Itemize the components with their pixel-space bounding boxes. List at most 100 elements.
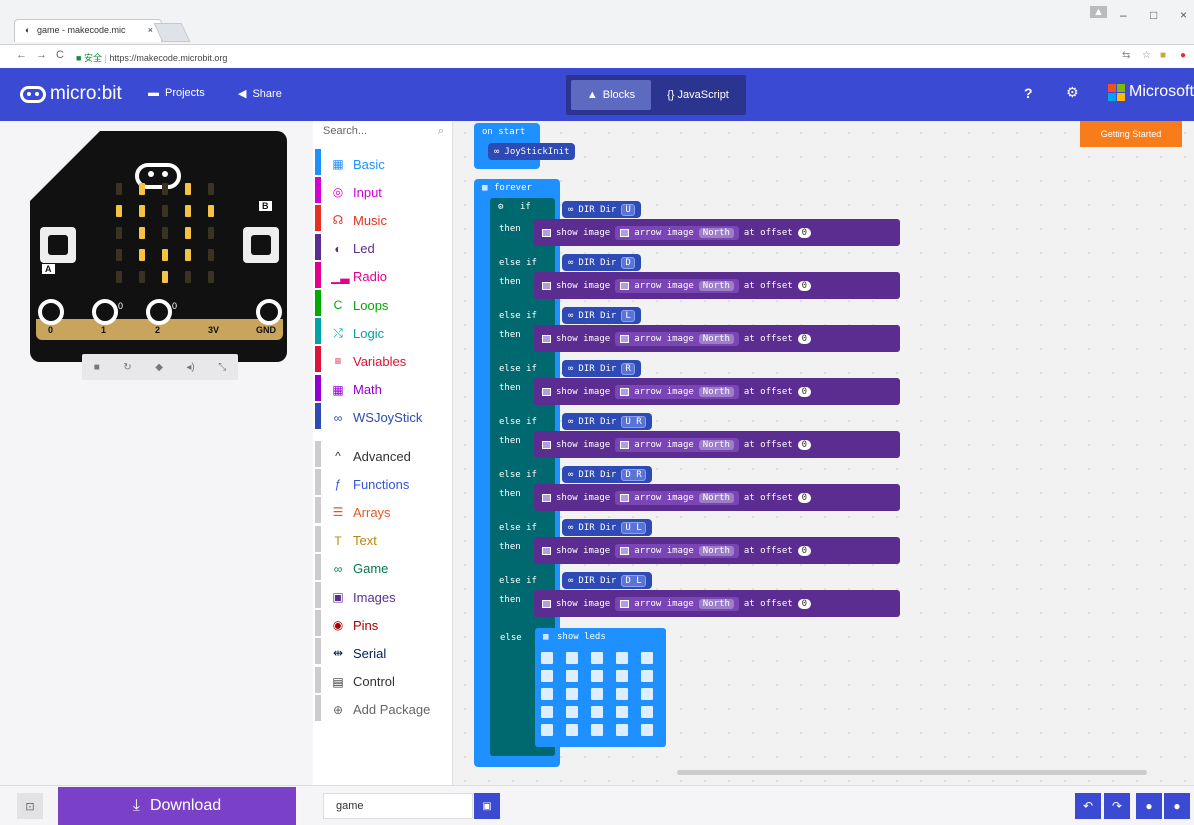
- direction-dropdown[interactable]: North: [698, 492, 734, 503]
- led-cell[interactable]: [616, 688, 628, 700]
- minimize-button[interactable]: –: [1120, 8, 1127, 22]
- arrow-image-block[interactable]: arrow image North: [615, 225, 739, 240]
- dir-condition-block[interactable]: ∞ DIR Dir U L: [562, 519, 652, 536]
- dir-condition-block[interactable]: ∞ DIR Dir D L: [562, 572, 652, 589]
- dir-condition-block[interactable]: ∞ DIR Dir D: [562, 254, 641, 271]
- led-cell[interactable]: [591, 688, 603, 700]
- toolbox-category[interactable]: ☊ Music: [315, 205, 447, 232]
- extension-icon[interactable]: ■: [1160, 50, 1166, 61]
- horizontal-scrollbar[interactable]: [677, 770, 1147, 775]
- microsoft-logo[interactable]: Microsoft: [1108, 83, 1194, 101]
- joystick-init-block[interactable]: ∞ JoyStickInit: [488, 143, 576, 160]
- share-button[interactable]: ◀ Share: [238, 87, 282, 101]
- show-image-block[interactable]: show image arrow image North at offset 0: [534, 325, 900, 352]
- arrow-image-block[interactable]: arrow image North: [615, 596, 739, 611]
- direction-dropdown[interactable]: North: [698, 598, 734, 609]
- dir-dropdown[interactable]: R: [621, 362, 635, 375]
- offset-input[interactable]: 0: [797, 280, 812, 291]
- on-start-block[interactable]: on start ∞ JoyStickInit: [474, 123, 576, 169]
- offset-input[interactable]: 0: [797, 492, 812, 503]
- direction-dropdown[interactable]: North: [698, 386, 734, 397]
- direction-dropdown[interactable]: North: [698, 227, 734, 238]
- pin-1[interactable]: [92, 299, 118, 325]
- toolbox-category[interactable]: ☰ Arrays: [315, 497, 447, 524]
- dir-condition-block[interactable]: ∞ DIR Dir L: [562, 307, 641, 324]
- toolbox-category[interactable]: ⤭ Logic: [315, 318, 447, 345]
- led-cell[interactable]: [616, 706, 628, 718]
- offset-input[interactable]: 0: [797, 386, 812, 397]
- if-settings-icon[interactable]: ⚙: [498, 202, 503, 212]
- help-icon[interactable]: ?: [1024, 85, 1033, 101]
- arrow-image-block[interactable]: arrow image North: [615, 543, 739, 558]
- led-cell[interactable]: [591, 652, 603, 664]
- collapse-simulator-button[interactable]: ⊡: [17, 793, 43, 819]
- dir-dropdown[interactable]: U: [621, 203, 635, 216]
- forward-icon[interactable]: →: [36, 49, 47, 61]
- gear-icon[interactable]: ⚙: [1066, 84, 1079, 101]
- fullscreen-icon[interactable]: ⤡: [218, 362, 226, 373]
- led-cell[interactable]: [641, 724, 653, 736]
- direction-dropdown[interactable]: North: [698, 333, 734, 344]
- led-cell[interactable]: [616, 724, 628, 736]
- led-cell[interactable]: [541, 688, 553, 700]
- show-image-block[interactable]: show image arrow image North at offset 0: [534, 537, 900, 564]
- toolbox-category[interactable]: ▦ Math: [315, 374, 447, 401]
- direction-dropdown[interactable]: North: [698, 280, 734, 291]
- led-cell[interactable]: [566, 724, 578, 736]
- microbit-logo[interactable]: micro:bit: [20, 83, 122, 105]
- mute-icon[interactable]: ◂): [186, 362, 194, 373]
- search-icon[interactable]: ⌕: [438, 125, 444, 138]
- led-cell[interactable]: [641, 706, 653, 718]
- toolbox-category[interactable]: ◐ Led: [315, 233, 447, 260]
- dir-dropdown[interactable]: U R: [621, 415, 646, 428]
- browser-tab[interactable]: ◐ game - makecode.mic ×: [14, 19, 162, 42]
- download-button[interactable]: ⤓ Download: [58, 787, 296, 825]
- maximize-button[interactable]: □: [1150, 8, 1157, 22]
- toolbox-category[interactable]: ◎ Input: [315, 177, 447, 204]
- back-icon[interactable]: ←: [16, 49, 27, 61]
- offset-input[interactable]: 0: [797, 439, 812, 450]
- url-field[interactable]: ■ 安全 | https://makecode.microbit.org: [72, 48, 1102, 66]
- dir-dropdown[interactable]: D: [621, 256, 635, 269]
- restart-icon[interactable]: ↻: [123, 362, 131, 373]
- slowmo-icon[interactable]: ◆: [155, 362, 163, 373]
- javascript-tab[interactable]: {} JavaScript: [654, 80, 742, 110]
- toolbox-category[interactable]: ^ Advanced: [315, 441, 447, 467]
- show-leds-block[interactable]: ▦ show leds: [535, 628, 666, 747]
- toolbox-category[interactable]: ▣ Images: [315, 582, 447, 608]
- pin-gnd[interactable]: [256, 299, 282, 325]
- offset-input[interactable]: 0: [797, 598, 812, 609]
- zoom-out-button[interactable]: ●: [1136, 793, 1162, 819]
- led-cell[interactable]: [641, 688, 653, 700]
- dir-condition-block[interactable]: ∞ DIR Dir D R: [562, 466, 652, 483]
- pin-0[interactable]: [38, 299, 64, 325]
- tab-close-icon[interactable]: ×: [148, 25, 153, 35]
- arrow-image-block[interactable]: arrow image North: [615, 278, 739, 293]
- toolbox-category[interactable]: ⇹ Serial: [315, 638, 447, 665]
- toolbox-category[interactable]: ≡ Variables: [315, 346, 447, 373]
- arrow-image-block[interactable]: arrow image North: [615, 331, 739, 346]
- button-b[interactable]: [243, 227, 279, 263]
- dir-dropdown[interactable]: U L: [621, 521, 646, 534]
- show-image-block[interactable]: show image arrow image North at offset 0: [534, 219, 900, 246]
- show-image-block[interactable]: show image arrow image North at offset 0: [534, 484, 900, 511]
- toolbox-category[interactable]: T Text: [315, 525, 447, 552]
- extension-red-icon[interactable]: ●: [1180, 50, 1186, 61]
- led-cell[interactable]: [566, 670, 578, 682]
- toolbox-category[interactable]: ▦ Basic: [315, 149, 447, 175]
- offset-input[interactable]: 0: [797, 333, 812, 344]
- dir-condition-block[interactable]: ∞ DIR Dir U R: [562, 413, 652, 430]
- arrow-image-block[interactable]: arrow image North: [615, 437, 739, 452]
- search-input[interactable]: Search...: [321, 121, 449, 145]
- led-cell[interactable]: [591, 670, 603, 682]
- translate-icon[interactable]: ⇆: [1122, 50, 1130, 61]
- led-cell[interactable]: [541, 670, 553, 682]
- arrow-image-block[interactable]: arrow image North: [615, 490, 739, 505]
- dir-condition-block[interactable]: ∞ DIR Dir R: [562, 360, 641, 377]
- dir-dropdown[interactable]: D L: [621, 574, 646, 587]
- show-image-block[interactable]: show image arrow image North at offset 0: [534, 590, 900, 617]
- led-cell[interactable]: [566, 652, 578, 664]
- pin-2[interactable]: [146, 299, 172, 325]
- offset-input[interactable]: 0: [797, 227, 812, 238]
- toolbox-category[interactable]: ⊕ Add Package: [315, 694, 447, 721]
